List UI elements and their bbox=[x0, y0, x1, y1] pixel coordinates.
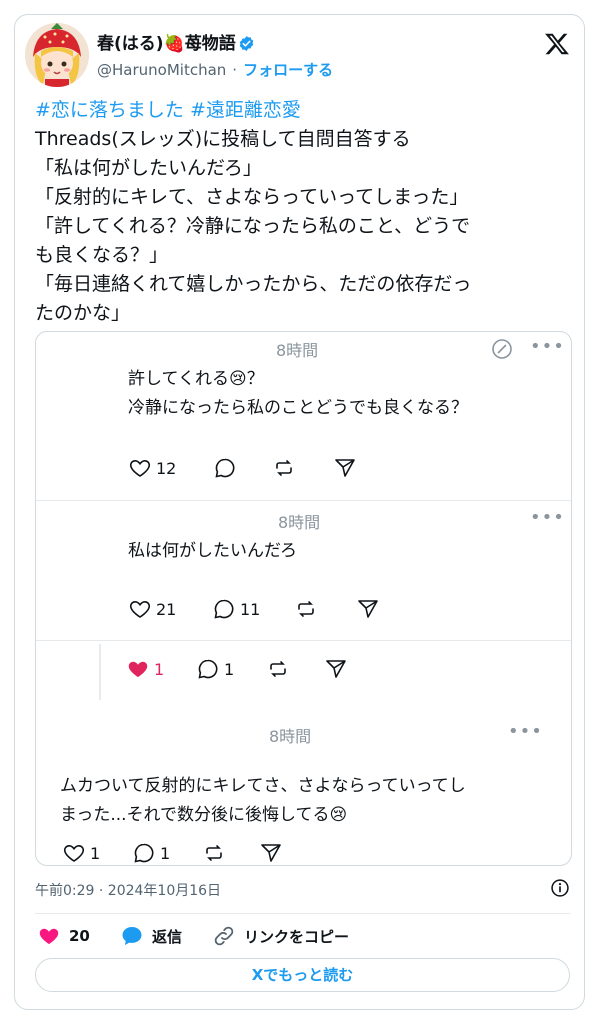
hashtag-link[interactable]: #遠距離恋愛 bbox=[190, 99, 301, 121]
tweet-line: たのかな」 bbox=[35, 302, 131, 324]
comment-icon bbox=[214, 599, 234, 619]
post-time: 8時間 bbox=[269, 727, 312, 746]
share-icon[interactable] bbox=[324, 657, 348, 681]
reply-button[interactable]: 返信 bbox=[120, 924, 182, 948]
tweet-line: 「私は何がしたいんだろ」 bbox=[35, 157, 262, 179]
comment-count: 1 bbox=[160, 843, 171, 863]
embedded-image[interactable]: 8時間 ••• 許してくれる😢？ 冷静になったら私のことどうでも良くなる？ 12… bbox=[35, 331, 572, 866]
copy-link-button[interactable]: リンクをコピー bbox=[212, 924, 349, 948]
heart-filled-icon bbox=[128, 661, 148, 677]
follow-button[interactable]: フォローする bbox=[243, 61, 333, 79]
comment-icon[interactable] bbox=[213, 456, 237, 480]
link-icon bbox=[214, 926, 234, 946]
post-text: 私は何がしたいんだろ bbox=[128, 541, 297, 561]
divider bbox=[35, 913, 570, 914]
comment-action[interactable]: 11 bbox=[212, 597, 260, 621]
comment-action[interactable]: 1 bbox=[132, 841, 170, 865]
hashtag-link[interactable]: #恋に落ちました bbox=[35, 99, 184, 121]
avatar[interactable] bbox=[25, 23, 89, 87]
comment-action[interactable]: 1 bbox=[196, 657, 234, 681]
hashtags-line: #恋に落ちました #遠距離恋愛 bbox=[35, 96, 570, 125]
user-handle-row: @HarunoMitchan · フォローする bbox=[97, 59, 333, 80]
share-icon[interactable] bbox=[333, 456, 357, 480]
tweet-text: #恋に落ちました #遠距離恋愛 Threads(スレッズ)に投稿して自問自答する… bbox=[35, 96, 570, 328]
like-count: 21 bbox=[156, 599, 177, 619]
comment-count: 11 bbox=[240, 599, 261, 619]
repost-icon[interactable] bbox=[202, 841, 226, 865]
tweet-line: 「毎日連絡くれて嬉しかったから、ただの依存だっ bbox=[35, 273, 472, 295]
post-time: 8時間 bbox=[276, 341, 319, 360]
heart-icon bbox=[63, 844, 85, 862]
like-action[interactable]: 21 bbox=[128, 597, 176, 621]
post-text: まった...それで数分後に後悔してる😢 bbox=[60, 805, 348, 825]
share-icon[interactable] bbox=[259, 841, 283, 865]
thread-line bbox=[99, 644, 101, 700]
comment-icon bbox=[198, 659, 218, 679]
read-more-button[interactable]: Xでもっと読む bbox=[35, 958, 570, 992]
tweet-line: Threads(スレッズ)に投稿して自問自答する bbox=[35, 128, 411, 150]
like-count: 1 bbox=[154, 659, 165, 679]
like-count: 12 bbox=[156, 458, 177, 478]
repost-icon[interactable] bbox=[266, 657, 290, 681]
like-count: 20 bbox=[69, 927, 90, 945]
divider bbox=[36, 500, 571, 501]
edit-icon[interactable] bbox=[490, 337, 514, 361]
more-icon[interactable]: ••• bbox=[530, 507, 565, 528]
tweet-line: 「反射的にキレて、さよならっていってしまった」 bbox=[35, 186, 469, 208]
tweet-line: も良くなる？」 bbox=[35, 244, 169, 266]
more-icon[interactable]: ••• bbox=[530, 336, 565, 357]
repost-icon[interactable] bbox=[272, 456, 296, 480]
display-name-text[interactable]: 春(はる)🍓苺物語 bbox=[97, 34, 236, 54]
info-icon[interactable] bbox=[550, 878, 570, 898]
verified-badge-icon bbox=[239, 36, 253, 51]
like-button[interactable]: 20 bbox=[37, 924, 90, 948]
copy-link-label: リンクをコピー bbox=[244, 927, 350, 946]
like-action[interactable]: 1 bbox=[126, 657, 164, 681]
like-count: 1 bbox=[90, 843, 101, 863]
post-text: ムカついて反射的にキレてさ、さよならっていってし bbox=[60, 776, 466, 796]
x-logo-icon[interactable] bbox=[544, 31, 570, 57]
display-name[interactable]: 春(はる)🍓苺物語 bbox=[97, 29, 255, 54]
like-action[interactable]: 1 bbox=[62, 841, 100, 865]
heart-icon bbox=[129, 600, 151, 618]
comment-icon bbox=[134, 843, 154, 863]
reply-label: 返信 bbox=[152, 927, 183, 946]
post-text: 冷静になったら私のことどうでも良くなる？ bbox=[128, 398, 468, 418]
tweet-line: 「許してくれる？冷静になったら私のこと、どうで bbox=[35, 215, 471, 237]
heart-filled-icon bbox=[39, 928, 59, 944]
heart-icon bbox=[129, 459, 151, 477]
separator-dot: · bbox=[232, 61, 238, 79]
like-action[interactable]: 12 bbox=[128, 456, 176, 480]
reply-bubble-icon bbox=[122, 927, 142, 945]
more-icon[interactable]: ••• bbox=[508, 721, 543, 742]
share-icon[interactable] bbox=[356, 597, 380, 621]
user-handle[interactable]: @HarunoMitchan bbox=[97, 61, 226, 79]
tweet-timestamp[interactable]: 午前0:29 · 2024年10月16日 bbox=[35, 880, 221, 900]
repost-icon[interactable] bbox=[294, 597, 318, 621]
post-text: 許してくれる😢？ bbox=[128, 369, 264, 389]
tweet-card: 春(はる)🍓苺物語 @HarunoMitchan · フォローする #恋に落ちました… bbox=[14, 14, 585, 1010]
post-time: 8時間 bbox=[278, 513, 321, 532]
divider bbox=[36, 640, 571, 641]
comment-count: 1 bbox=[224, 659, 235, 679]
